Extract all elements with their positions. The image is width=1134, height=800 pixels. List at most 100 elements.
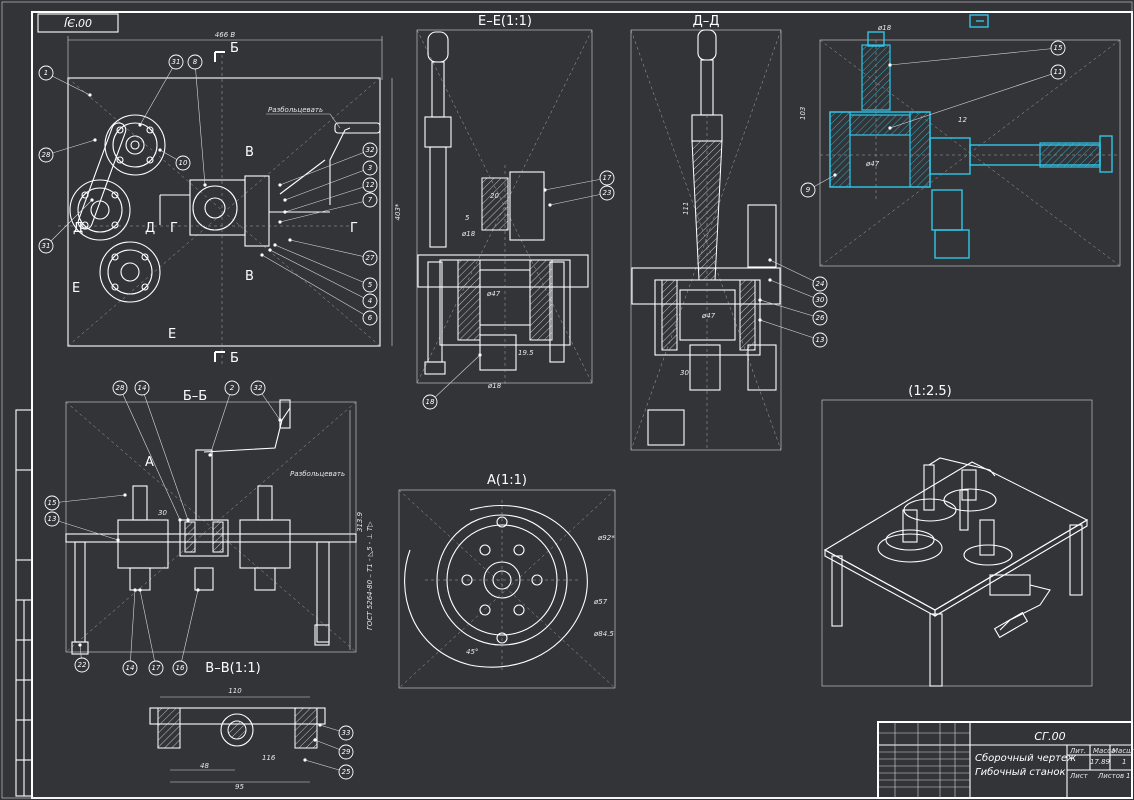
title-sheet-label: Лист [1069, 772, 1089, 780]
part-balloon-number: 3 [368, 164, 372, 172]
note-b-gost: ГОСТ 5264-80 – Т1 - ◺5 - ⊥ Т▷ [366, 521, 374, 630]
part-balloon: 6 [260, 253, 378, 326]
part-balloon: 31 [138, 54, 184, 127]
part-balloon: 14 [122, 588, 138, 676]
part-balloon-number: 18 [426, 398, 435, 406]
view-d-title: Д–Д [693, 14, 720, 29]
part-balloon-number: 27 [366, 254, 375, 262]
view-section-e-e: Е–Е(1:1) 20 5 ø18 ø47 19.5 ø18 [416, 14, 593, 390]
section-marker-b-bottom: Б [230, 351, 239, 366]
part-balloon-number: 1 [44, 69, 48, 77]
part-balloon-number: 4 [368, 297, 372, 305]
dim-a-d57: ø57 [593, 598, 608, 606]
part-balloon-number: 10 [179, 159, 188, 167]
view-detail-cyan: ø18 ø47 103 12 [799, 24, 1121, 267]
view-v-title: В–В(1:1) [205, 661, 260, 676]
part-balloon-number: 31 [172, 58, 181, 66]
dim-detail-12: 12 [958, 116, 967, 124]
part-balloon: 22 [74, 643, 90, 673]
part-balloon: 11 [888, 64, 1066, 130]
sheet-frame [31, 11, 1133, 799]
part-balloon: 32 [250, 380, 282, 422]
dim-e-195: 19.5 [518, 349, 534, 357]
part-balloon-number: 28 [116, 384, 125, 392]
view-section-b-b: Б–Б 313.9 ГОСТ 5264-80 – Т1 - ◺5 - ⊥ Т▷ … [65, 389, 374, 655]
section-marker-g-right: Г [350, 221, 358, 236]
title-mass-value: 17.89 [1090, 758, 1111, 766]
title-scale-value: 1 [1122, 758, 1126, 766]
side-stamp [15, 409, 33, 797]
view-a-title: А(1:1) [487, 473, 527, 488]
dim-detail-103: 103 [799, 107, 807, 120]
note-b-remove: Разбольцевать [290, 470, 345, 478]
title-name-line2: Гибочный станок [975, 766, 1066, 778]
part-balloon-number: 5 [368, 281, 373, 289]
part-balloon: 1 [38, 65, 92, 97]
view-section-v-v: В–В(1:1) 110 48 95 116 [149, 661, 326, 791]
part-balloon-number: 2 [230, 384, 235, 392]
part-balloon-number: 12 [366, 181, 375, 189]
code-box-text: 00'ЭJ [64, 16, 92, 29]
section-marker-e-left: Е [72, 281, 80, 296]
part-balloon-number: 22 [78, 661, 87, 669]
part-balloon: 17 [138, 588, 164, 676]
dim-v-116: 116 [262, 754, 276, 762]
part-balloon-number: 9 [806, 186, 811, 194]
part-balloon: 24 [768, 258, 828, 292]
view-top-plan: 466 В 403* Д Д Г Г Б Б В В Е Е Разбольце… [58, 31, 402, 366]
dim-v-95: 95 [235, 783, 244, 791]
part-balloon: 15 [888, 40, 1066, 67]
dim-d-d47: ø47 [701, 312, 716, 320]
part-balloon-number: 33 [342, 729, 351, 737]
part-balloon-number: 14 [138, 384, 147, 392]
section-marker-v-top: В [245, 145, 254, 160]
part-balloon-number: 23 [603, 189, 612, 197]
part-balloon-number: 32 [254, 384, 263, 392]
view-isometric: (1:2.5) [821, 384, 1093, 687]
dim-e-5: 5 [465, 214, 470, 222]
part-balloon-number: 15 [1054, 44, 1063, 52]
part-balloon: 27 [288, 238, 378, 266]
part-balloon-number: 24 [816, 280, 825, 288]
dim-d-111: 111 [682, 202, 690, 215]
section-marker-d-left: Д [73, 221, 83, 236]
title-name-line1: Сборочный чертеж [975, 752, 1076, 764]
part-balloon-number: 29 [342, 748, 351, 756]
section-marker-v-bottom: В [245, 269, 254, 284]
title-block: СГ.00 Сборочный чертеж Гибочный станок Л… [877, 721, 1134, 799]
part-balloon: 5 [273, 243, 378, 293]
section-marker-g-left: Г [170, 221, 178, 236]
dim-a-45: 45° [466, 648, 478, 656]
part-balloon-number: 28 [42, 151, 51, 159]
part-balloon: 7 [278, 192, 378, 224]
dim-e-d18: ø18 [461, 230, 476, 238]
view-b-title: Б–Б [183, 389, 207, 404]
dim-top-height: 403* [394, 203, 402, 220]
title-sheets-label: Листов [1097, 772, 1124, 780]
part-balloon-number: 17 [152, 664, 161, 672]
part-balloon-number: 8 [193, 58, 198, 66]
dim-e-d18b: ø18 [487, 382, 502, 390]
part-balloon-number: 16 [176, 664, 185, 672]
dim-v-48: 48 [200, 762, 209, 770]
part-balloon: 8 [187, 54, 207, 187]
dim-v-110: 110 [228, 687, 242, 695]
part-balloon: 23 [548, 185, 615, 207]
part-balloon: 31 [38, 198, 94, 254]
section-marker-b-top: Б [230, 41, 239, 56]
dim-detail-d47: ø47 [865, 160, 880, 168]
section-marker-e-bottom: Е [168, 327, 176, 342]
part-balloon: 29 [313, 738, 354, 760]
section-marker-d-right: Д [145, 221, 155, 236]
view-iso-title: (1:2.5) [908, 384, 951, 399]
part-balloon: 16 [172, 588, 200, 676]
title-col-lit: Лит. [1069, 747, 1086, 755]
dim-top-width: 466 В [215, 31, 236, 39]
part-balloon: 13 [44, 511, 120, 542]
part-balloon-number: 11 [1054, 68, 1063, 76]
part-balloon: 10 [158, 148, 191, 171]
part-balloon: 32 [278, 142, 378, 187]
view-a-flange: А(1:1) ø92* ø57 ø84.5 45° [398, 473, 616, 689]
part-balloon-number: 32 [366, 146, 375, 154]
part-balloon: 15 [44, 493, 127, 511]
